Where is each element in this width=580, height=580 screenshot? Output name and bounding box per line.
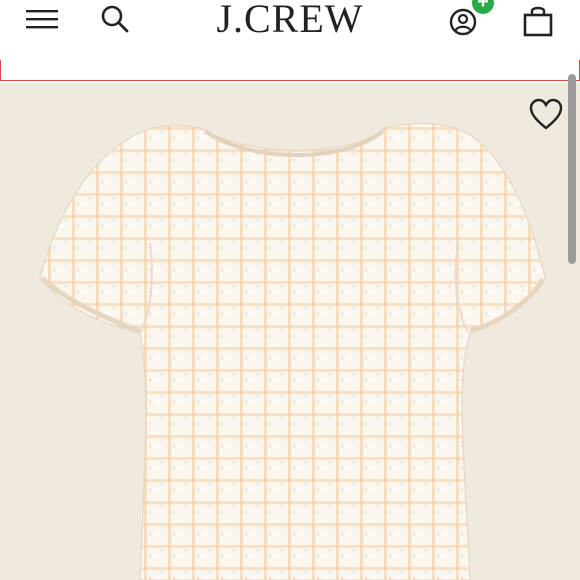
site-header: J.CREW + [0,0,580,58]
shopping-bag-icon[interactable] [520,3,556,39]
heart-icon[interactable] [528,98,564,132]
product-image[interactable] [0,83,580,580]
promo-banner[interactable] [0,60,580,81]
scrollbar[interactable] [568,74,576,264]
top-garment-illustration [39,122,546,580]
